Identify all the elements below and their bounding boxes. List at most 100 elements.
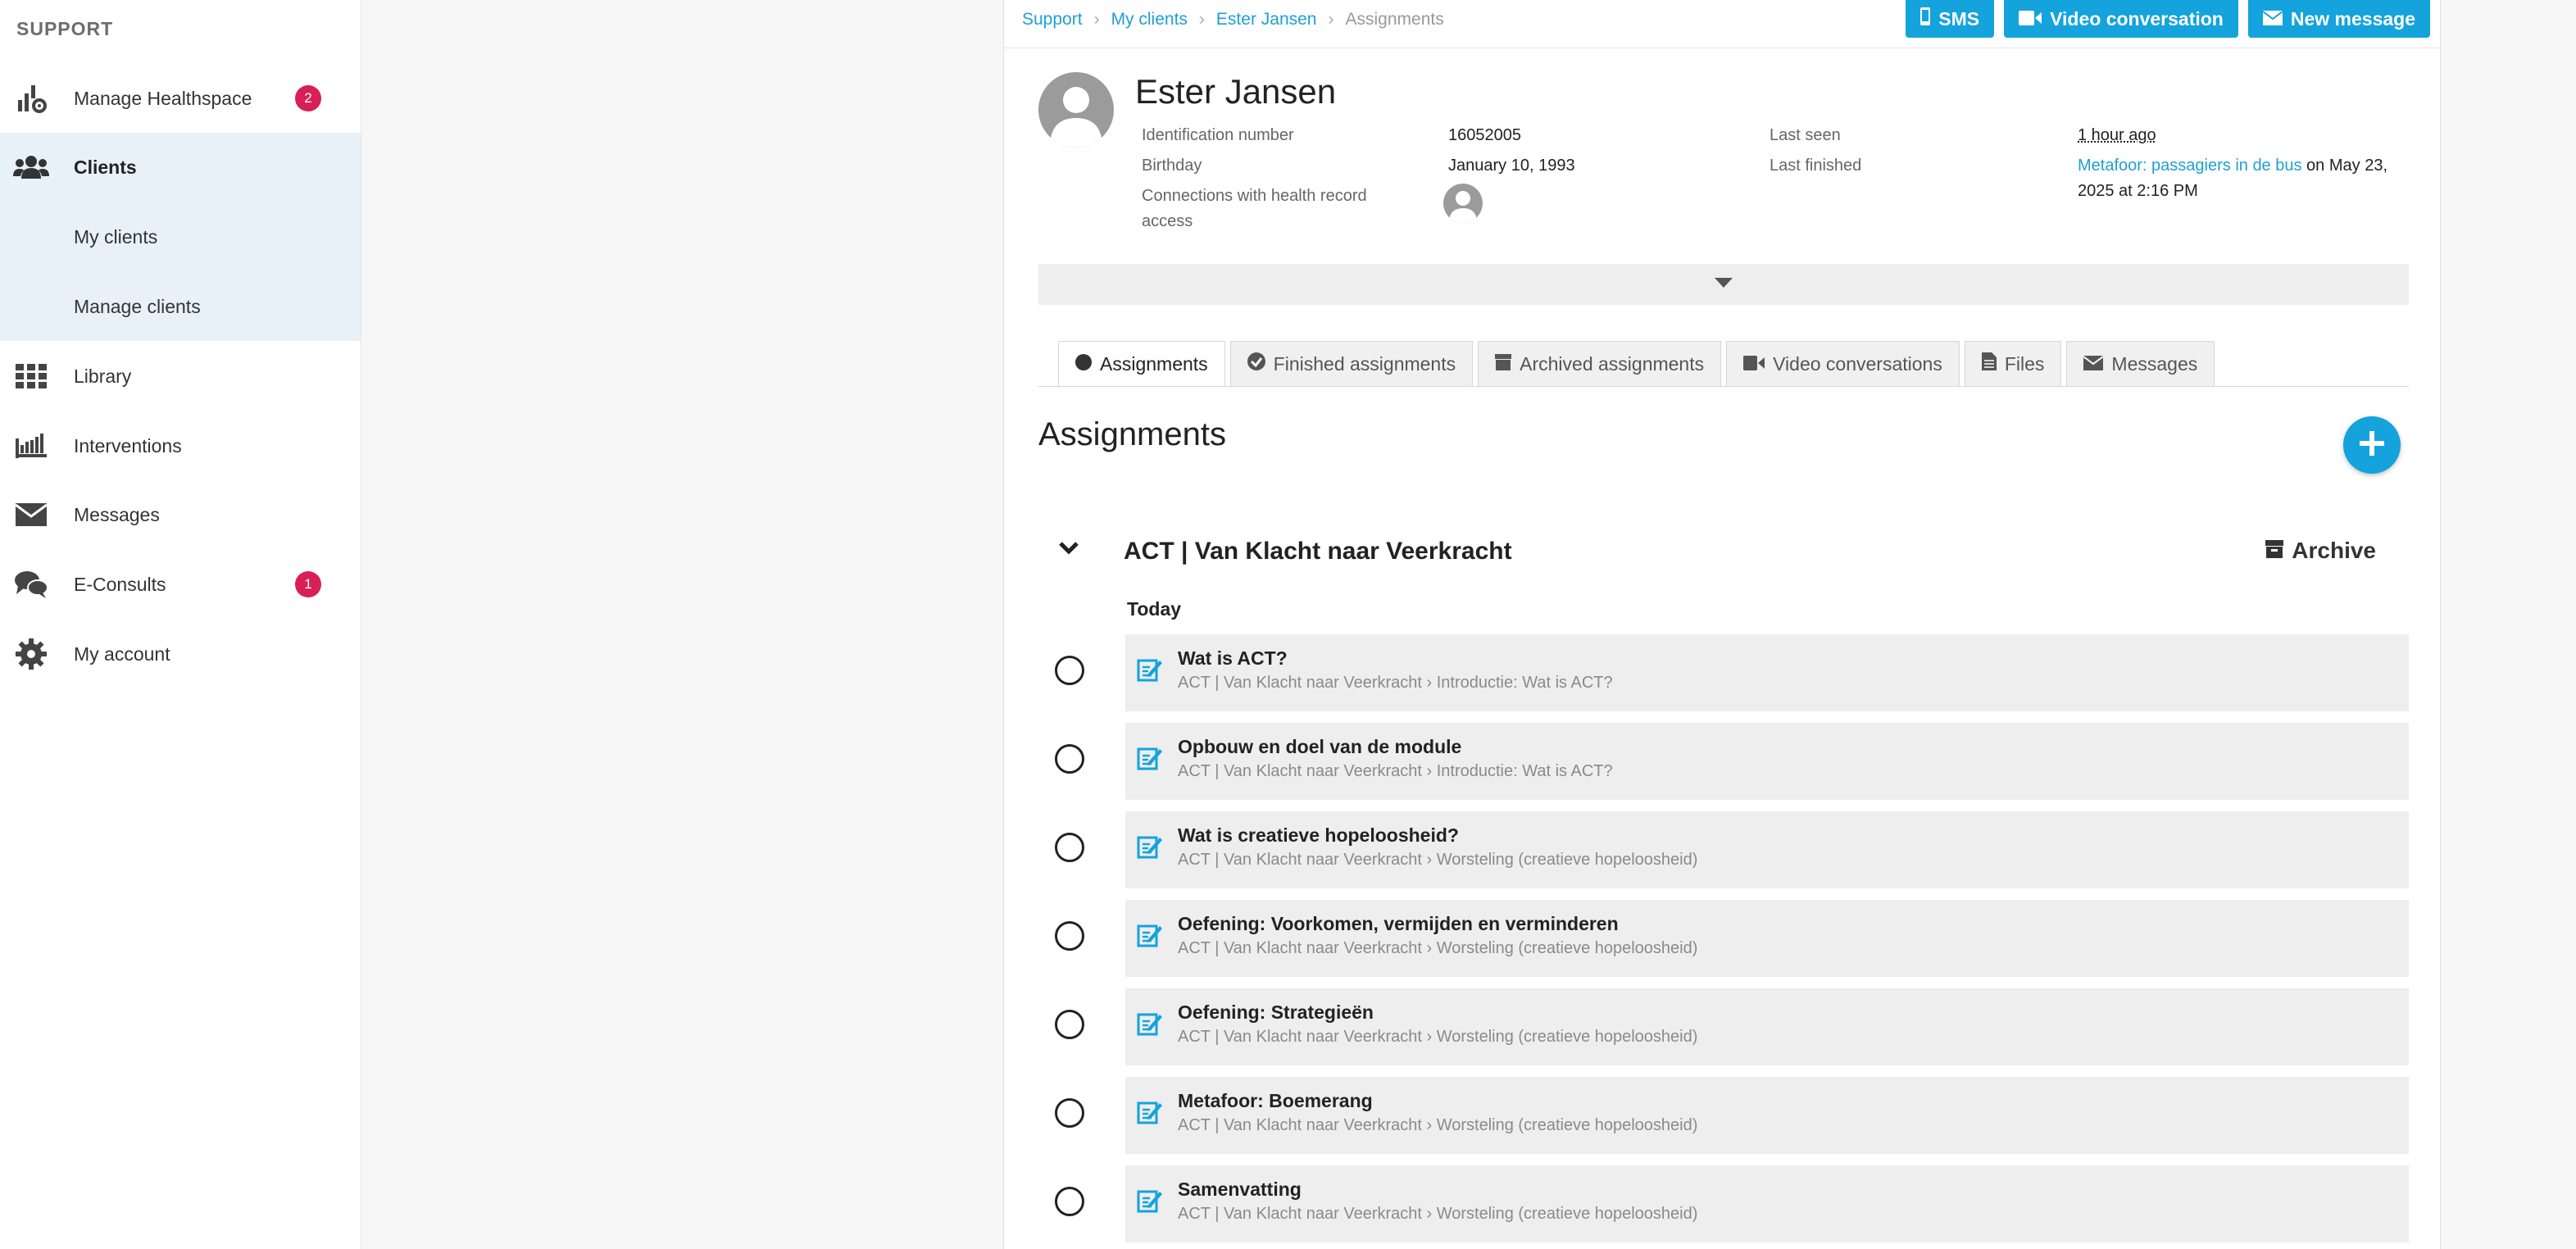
breadcrumb-separator: ›: [1328, 10, 1334, 29]
notification-badge: 2: [295, 85, 321, 111]
plus-icon: [2358, 429, 2386, 461]
interventions-icon: [13, 428, 49, 464]
chat-icon: [13, 566, 49, 602]
breadcrumb-support[interactable]: Support: [1022, 10, 1083, 30]
sidebar-item-interventions[interactable]: Interventions: [0, 411, 361, 480]
new-message-label: New message: [2290, 7, 2415, 30]
gear-icon: [13, 636, 49, 672]
complete-radio[interactable]: [1055, 744, 1084, 774]
archive-icon: [2265, 538, 2284, 564]
assignment-card[interactable]: Metafoor: Boemerang ACT | Van Klacht naa…: [1125, 1077, 2409, 1154]
assignment-card[interactable]: Oefening: Strategieën ACT | Van Klacht n…: [1125, 988, 2409, 1065]
sidebar-item-clients[interactable]: Clients: [0, 133, 361, 202]
module-title: ACT | Van Klacht naar Veerkracht: [1124, 538, 1512, 565]
assignment-card[interactable]: Samenvatting ACT | Van Klacht naar Veerk…: [1125, 1165, 2409, 1242]
assignment-card[interactable]: Wat is ACT? ACT | Van Klacht naar Veerkr…: [1125, 634, 2409, 711]
envelope-icon: [13, 497, 49, 533]
assignment-card[interactable]: Opbouw en doel van de module ACT | Van K…: [1125, 723, 2409, 800]
complete-radio[interactable]: [1055, 1010, 1084, 1039]
archive-button[interactable]: Archive: [2265, 538, 2376, 564]
complete-radio[interactable]: [1055, 1098, 1084, 1128]
last-finished-value: Metafoor: passagiers in de bus on May 23…: [2078, 153, 2406, 204]
complete-radio[interactable]: [1055, 1187, 1084, 1216]
assignment-title: Wat is ACT?: [1178, 647, 1288, 669]
sidebar-item-label: Manage Healthspace: [74, 87, 252, 109]
tab-label: Assignments: [1100, 352, 1208, 375]
last-seen-label: Last seen: [1770, 126, 1841, 144]
complete-radio[interactable]: [1055, 656, 1084, 685]
tab-assignments[interactable]: Assignments: [1058, 341, 1225, 387]
assignment-title: Samenvatting: [1178, 1179, 1302, 1200]
connections-label: Connections with health record access: [1142, 187, 1367, 230]
breadcrumb-current: Assignments: [1345, 10, 1444, 29]
sidebar-item-manage-healthspace[interactable]: Manage Healthspace 2: [0, 64, 361, 133]
chevron-down-icon[interactable]: [1058, 541, 1079, 560]
tab-files[interactable]: Files: [1964, 341, 2062, 387]
tab-bar: Assignments Finished assignments Archive…: [1058, 341, 2215, 387]
envelope-icon: [2262, 8, 2283, 30]
tabs-divider: [1038, 386, 2409, 387]
connection-avatar[interactable]: [1443, 184, 1483, 223]
grid-icon: [13, 358, 49, 394]
assignment-title: Metafoor: Boemerang: [1178, 1090, 1373, 1111]
sidebar-item-messages[interactable]: Messages: [0, 480, 361, 549]
assignment-title: Oefening: Voorkomen, vermijden en vermin…: [1178, 913, 1619, 934]
manage-healthspace-icon: [13, 80, 49, 116]
list-item: Metafoor: Boemerang ACT | Van Klacht naa…: [1004, 1077, 2440, 1154]
breadcrumb-separator: ›: [1093, 10, 1100, 29]
breadcrumb-separator: ›: [1198, 10, 1205, 29]
new-message-button[interactable]: New message: [2247, 0, 2430, 38]
complete-radio[interactable]: [1055, 833, 1084, 862]
assignment-path: ACT | Van Klacht naar Veerkracht › Intro…: [1178, 762, 1613, 780]
tab-label: Finished assignments: [1273, 352, 1456, 375]
video-conversation-button[interactable]: Video conversation: [2004, 0, 2238, 38]
tab-finished-assignments[interactable]: Finished assignments: [1229, 341, 1474, 387]
sidebar-item-library[interactable]: Library: [0, 342, 361, 411]
sidebar-item-e-consults[interactable]: E-Consults 1: [0, 550, 361, 619]
edit-document-icon: [1137, 921, 1163, 952]
video-icon: [1743, 353, 1765, 375]
tab-label: Files: [2004, 352, 2045, 375]
assignment-path: ACT | Van Klacht naar Veerkracht › Intro…: [1178, 674, 1613, 692]
breadcrumb-my-clients[interactable]: My clients: [1111, 10, 1188, 30]
sidebar-item-label: Interventions: [74, 434, 182, 456]
add-assignment-button[interactable]: [2343, 416, 2401, 474]
edit-document-icon: [1137, 656, 1163, 686]
notification-badge: 1: [295, 571, 321, 597]
expand-details-toggle[interactable]: [1038, 264, 2409, 305]
edit-document-icon: [1137, 1098, 1163, 1129]
sidebar-item-manage-clients[interactable]: Manage clients: [74, 296, 201, 318]
sidebar-item-my-account[interactable]: My account: [0, 620, 361, 688]
list-item: Samenvatting ACT | Van Klacht naar Veerk…: [1004, 1165, 2440, 1242]
id-label: Identification number: [1142, 126, 1294, 144]
sidebar: SUPPORT Manage Healthspace 2 Clients My …: [0, 0, 361, 1249]
tab-archived-assignments[interactable]: Archived assignments: [1478, 341, 1722, 387]
sms-button[interactable]: SMS: [1906, 0, 1995, 38]
assignment-card[interactable]: Oefening: Voorkomen, vermijden en vermin…: [1125, 900, 2409, 977]
assignment-card[interactable]: Wat is creatieve hopeloosheid? ACT | Van…: [1125, 811, 2409, 888]
edit-document-icon: [1137, 744, 1163, 774]
assignment-path: ACT | Van Klacht naar Veerkracht › Worst…: [1178, 851, 1698, 869]
sidebar-item-label: Clients: [74, 156, 137, 178]
phone-icon: [1920, 7, 1931, 30]
top-bar: Support › My clients › Ester Jansen › As…: [1004, 0, 2440, 48]
complete-radio[interactable]: [1055, 921, 1084, 951]
tab-video-conversations[interactable]: Video conversations: [1726, 341, 1960, 387]
video-conversation-label: Video conversation: [2050, 7, 2224, 30]
list-item: Opbouw en doel van de module ACT | Van K…: [1004, 723, 2440, 800]
birthday-value: January 10, 1993: [1448, 157, 1575, 175]
sidebar-item-my-clients[interactable]: My clients: [74, 226, 157, 248]
list-item: Oefening: Voorkomen, vermijden en vermin…: [1004, 900, 2440, 977]
last-finished-link[interactable]: Metafoor: passagiers in de bus: [2078, 157, 2302, 175]
sidebar-heading: SUPPORT: [16, 18, 114, 39]
sidebar-item-label: My account: [74, 643, 170, 665]
avatar: [1038, 72, 1114, 148]
assignment-title: Wat is creatieve hopeloosheid?: [1178, 824, 1459, 846]
client-name: Ester Jansen: [1135, 72, 1337, 111]
last-finished-label: Last finished: [1770, 157, 1862, 175]
breadcrumb-client[interactable]: Ester Jansen: [1216, 10, 1317, 30]
last-seen-value: 1 hour ago: [2078, 126, 2156, 144]
assignment-title: Oefening: Strategieën: [1178, 1001, 1374, 1023]
file-icon: [1981, 352, 1997, 375]
tab-messages[interactable]: Messages: [2066, 341, 2215, 387]
